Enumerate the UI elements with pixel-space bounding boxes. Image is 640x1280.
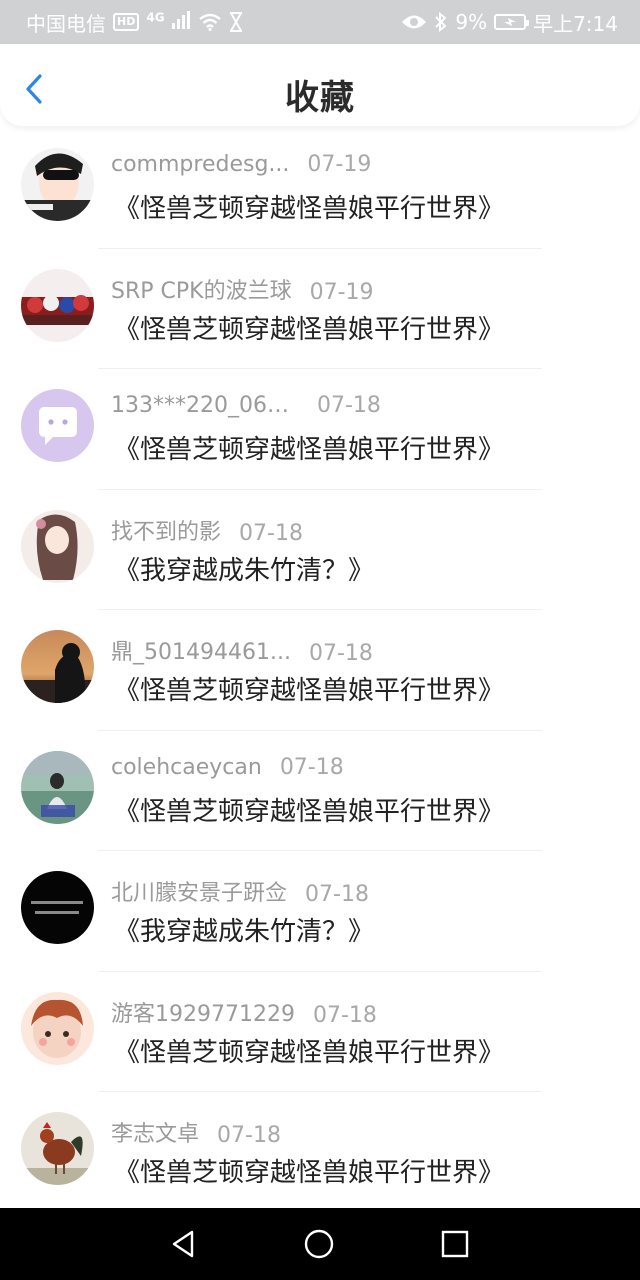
list-item[interactable]: commpredesg... 07-19 《怪兽芝顿穿越怪兽娘平行世界》 — [0, 128, 640, 249]
network-indicator: 4G — [146, 10, 191, 34]
item-author: 鼎_501494461... — [111, 640, 291, 665]
page-title: 收藏 — [285, 78, 355, 118]
item-author: colehcaeycan — [111, 754, 262, 780]
list-item[interactable]: 133***220_067... 07-18 《怪兽芝顿穿越怪兽娘平行世界》 — [0, 369, 640, 490]
status-right: 9% 早上7:14 — [401, 8, 618, 37]
hourglass-icon — [229, 12, 242, 32]
item-title: 《怪兽芝顿穿越怪兽娘平行世界》 — [114, 1158, 505, 1188]
item-date: 07-18 — [217, 1123, 281, 1148]
item-meta: 北川朦安景子趼佥 07-18 — [111, 875, 369, 907]
list-item[interactable]: 游客1929771229 07-18 《怪兽芝顿穿越怪兽娘平行世界》 — [0, 972, 640, 1092]
item-meta: 鼎_501494461... 07-18 — [111, 634, 373, 666]
item-meta: 游客1929771229 07-18 — [111, 996, 377, 1028]
item-title: 《怪兽芝顿穿越怪兽娘平行世界》 — [114, 676, 505, 706]
item-title: 《怪兽芝顿穿越怪兽娘平行世界》 — [114, 314, 505, 345]
signal-icon — [171, 11, 190, 29]
item-author: 李志文卓 — [111, 1122, 200, 1147]
item-title: 《怪兽芝顿穿越怪兽娘平行世界》 — [114, 194, 505, 224]
item-title: 《我穿越成朱竹清？》 — [114, 917, 375, 947]
status-bar: 中国电信 HD 4G 9% 早上7:14 — [0, 0, 640, 44]
square-recents-icon[interactable] — [439, 1228, 471, 1260]
header: 收藏 — [0, 44, 640, 126]
avatar — [21, 389, 94, 462]
item-meta: 李志文卓 07-18 — [111, 1116, 281, 1148]
item-meta: 找不到的影 07-18 — [111, 514, 303, 546]
hd-badge: HD — [113, 13, 140, 31]
battery-percent: 9% — [455, 10, 488, 34]
item-author: commpredesg... — [111, 152, 290, 177]
list-item[interactable]: 鼎_501494461... 07-18 《怪兽芝顿穿越怪兽娘平行世界》 — [0, 610, 640, 731]
bluetooth-icon — [435, 12, 447, 32]
item-date: 07-19 — [307, 152, 372, 177]
item-title: 《怪兽芝顿穿越怪兽娘平行世界》 — [114, 435, 505, 465]
avatar — [21, 630, 94, 703]
item-date: 07-18 — [317, 393, 381, 418]
item-meta: commpredesg... 07-19 — [111, 152, 371, 177]
circle-home-icon[interactable] — [303, 1228, 335, 1260]
item-author: 北川朦安景子趼佥 — [111, 881, 288, 906]
avatar — [21, 750, 94, 824]
wifi-icon — [199, 13, 221, 31]
list-item[interactable]: 找不到的影 07-18 《我穿越成朱竹清？》 — [0, 490, 640, 610]
list-item[interactable]: 北川朦安景子趼佥 07-18 《我穿越成朱竹清？》 — [0, 851, 640, 972]
clock: 早上7:14 — [533, 11, 618, 36]
triangle-back-icon[interactable] — [168, 1228, 200, 1260]
item-meta: colehcaeycan 07-18 — [111, 755, 344, 780]
eye-icon — [402, 15, 427, 29]
navigation-bar — [0, 1208, 640, 1280]
item-author: 133***220_067... — [111, 393, 299, 418]
list-item[interactable]: 李志文卓 07-18 《怪兽芝顿穿越怪兽娘平行世界》 — [0, 1092, 640, 1213]
item-title: 《怪兽芝顿穿越怪兽娘平行世界》 — [114, 796, 505, 827]
avatar — [21, 871, 94, 944]
item-date: 07-18 — [239, 520, 303, 546]
list-item[interactable]: colehcaeycan 07-18 《怪兽芝顿穿越怪兽娘平行世界》 — [0, 731, 640, 851]
avatar — [21, 1112, 94, 1185]
item-title: 《怪兽芝顿穿越怪兽娘平行世界》 — [114, 1037, 505, 1068]
item-date: 07-18 — [279, 754, 344, 780]
item-title: 《我穿越成朱竹清？》 — [114, 555, 375, 586]
carrier-label: 中国电信 — [26, 11, 106, 36]
network-label: 4G — [146, 10, 165, 25]
list-item[interactable]: SRP CPK的波兰球 07-19 《怪兽芝顿穿越怪兽娘平行世界》 — [0, 249, 640, 369]
item-author: 游客1929771229 — [111, 1001, 295, 1027]
avatar — [21, 991, 94, 1065]
favorites-list: commpredesg... 07-19 《怪兽芝顿穿越怪兽娘平行世界》 SRP … — [0, 128, 640, 1213]
battery-icon — [494, 14, 530, 30]
item-date: 07-19 — [309, 279, 374, 305]
item-meta: 133***220_067... 07-18 — [111, 393, 381, 418]
item-date: 07-18 — [312, 1002, 377, 1028]
avatar — [21, 148, 94, 221]
item-author: SRP CPK的波兰球 — [111, 278, 292, 304]
item-date: 07-18 — [305, 882, 369, 907]
status-left: 中国电信 HD 4G — [26, 8, 243, 37]
item-author: 找不到的影 — [111, 519, 222, 545]
item-meta: SRP CPK的波兰球 07-19 — [111, 273, 374, 305]
item-date: 07-18 — [308, 641, 373, 666]
avatar — [21, 268, 94, 342]
avatar — [21, 509, 94, 583]
